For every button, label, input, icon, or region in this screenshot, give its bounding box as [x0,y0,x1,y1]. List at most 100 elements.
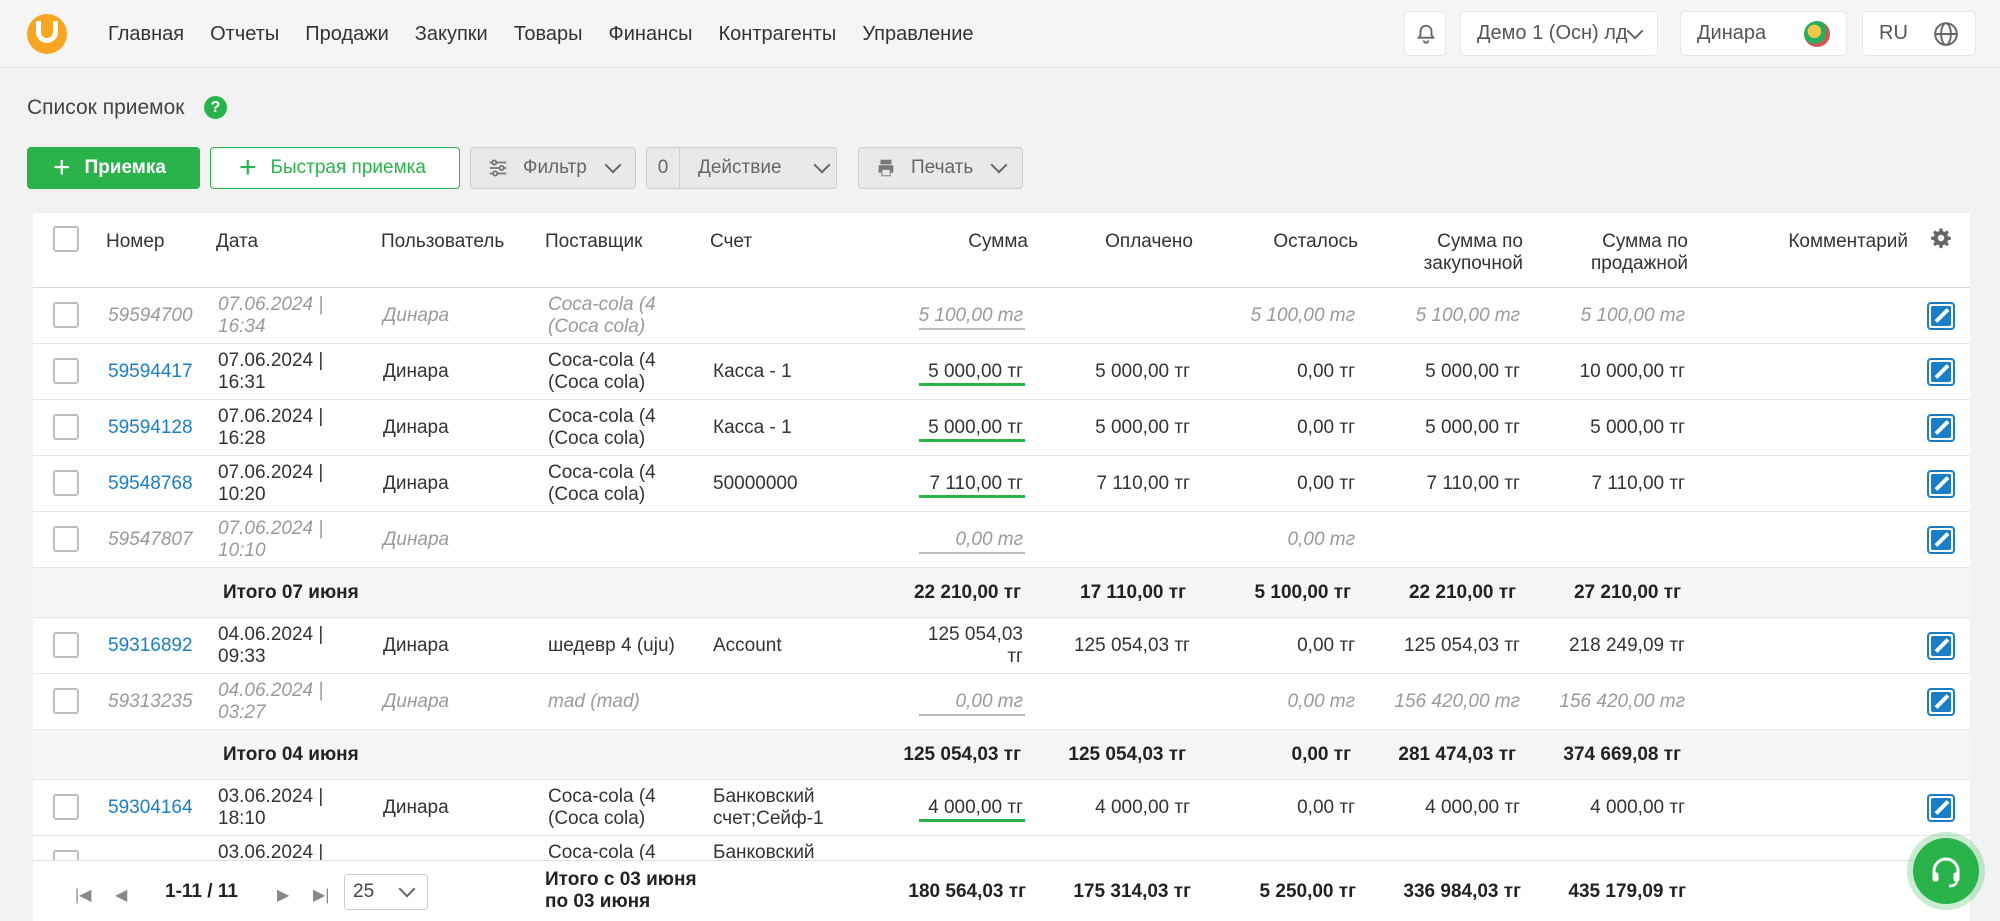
receipt-sum[interactable]: 0,00 тг [863,691,1023,713]
edit-icon[interactable] [1927,414,1955,442]
table-row[interactable]: 59304164 03.06.2024 | 18:10 Динара Coca-c… [33,780,1970,836]
action-label: Действие [698,157,782,178]
print-label: Печать [911,157,974,178]
row-checkbox[interactable] [53,470,79,496]
add-receipt-button[interactable]: + Приемка [27,147,200,189]
receipt-number[interactable]: 59304164 [108,797,193,819]
column-header-account[interactable]: Счет [710,231,752,253]
day-total-sale: 374 669,08 тг [1563,744,1681,765]
receipt-number[interactable]: 59313235 [108,691,193,713]
receipt-number[interactable]: 59594417 [108,361,193,383]
receipt-paid: 5 000,00 тг [1095,361,1190,382]
add-receipt-label: Приемка [84,157,166,178]
receipt-number[interactable]: 59316892 [108,635,193,657]
notifications-button[interactable] [1404,11,1446,56]
prev-page-icon[interactable]: ◀ [115,885,127,905]
row-checkbox[interactable] [53,358,79,384]
day-total-purchase: 281 474,03 тг [1398,744,1516,765]
receipt-purchase-sum: 5 100,00 тг [1415,305,1520,326]
column-header-remaining[interactable]: Осталось [1193,231,1358,253]
company-selector[interactable]: Демо 1 (Осн) лд [1460,11,1658,56]
receipt-number[interactable]: 59548768 [108,473,193,495]
edit-icon[interactable] [1927,470,1955,498]
receipt-remaining: 0,00 тг [1287,529,1355,550]
table-row[interactable]: 59548768 07.06.2024 | 10:20 Динара Coca-c… [33,456,1970,512]
receipt-sale-sum: 7 110,00 тг [1591,473,1685,494]
receipt-sale-sum: 5 100,00 тг [1580,305,1685,326]
filter-button[interactable]: Фильтр [470,147,636,189]
column-header-number[interactable]: Номер [106,231,164,253]
table-row[interactable]: 59594700 07.06.2024 | 16:34 Динара Coca-c… [33,288,1970,344]
edit-icon[interactable] [1927,688,1955,716]
chevron-down-icon [1626,22,1644,39]
nav-item-sales[interactable]: Продажи [305,23,389,46]
row-checkbox[interactable] [53,414,79,440]
day-total-paid: 17 110,00 тг [1080,582,1186,603]
edit-icon[interactable] [1927,302,1955,330]
select-all-checkbox[interactable] [53,226,79,252]
column-header-purchase-sum[interactable]: Сумма по закупочной [1358,231,1523,275]
receipt-number[interactable]: 59594700 [108,305,193,327]
row-checkbox[interactable] [53,526,79,552]
receipt-paid: 5 000,00 тг [1095,417,1190,438]
edit-icon[interactable] [1927,358,1955,386]
help-icon[interactable]: ? [204,96,227,119]
per-page-select[interactable]: 25 [344,874,428,910]
receipt-number[interactable]: 59547807 [108,529,193,551]
column-header-paid[interactable]: Оплачено [1028,231,1193,253]
day-total-label: Итого 07 июня [223,582,359,603]
receipt-sum[interactable]: 0,00 тг [863,529,1023,551]
language-selector[interactable]: RU [1862,11,1976,56]
receipt-sale-sum: 156 420,00 тг [1559,691,1685,712]
row-checkbox[interactable] [53,794,79,820]
table-row[interactable]: 59594417 07.06.2024 | 16:31 Динара Coca-c… [33,344,1970,400]
receipt-sale-sum: 5 000,00 тг [1590,417,1685,438]
print-button[interactable]: Печать [858,147,1023,189]
receipt-purchase-sum: 5 000,00 тг [1425,417,1520,438]
row-checkbox[interactable] [53,302,79,328]
user-menu[interactable]: Динара [1680,11,1847,56]
plus-icon: + [53,151,71,184]
column-header-sum[interactable]: Сумма [863,231,1028,253]
receipt-remaining: 0,00 тг [1297,417,1355,438]
action-dropdown[interactable]: Действие [679,147,837,189]
support-chat-button[interactable] [1913,838,1979,904]
nav-item-products[interactable]: Товары [514,23,583,46]
per-page-value: 25 [353,881,375,902]
app-logo[interactable] [27,14,67,54]
table-row[interactable]: 59316892 04.06.2024 | 09:33 Динара шедевр… [33,618,1970,674]
receipt-number[interactable]: 59594128 [108,417,193,439]
receipt-sale-sum: 218 249,09 тг [1568,635,1685,656]
column-header-supplier[interactable]: Поставщик [545,231,642,253]
gear-icon[interactable] [1930,227,1952,249]
receipt-remaining: 0,00 тг [1297,797,1355,818]
receipt-date: 07.06.2024 | 10:10 [218,518,324,561]
nav-item-management[interactable]: Управление [862,23,973,46]
table-row[interactable]: 59313235 04.06.2024 | 03:27 Динара mad (m… [33,674,1970,730]
nav-item-contractors[interactable]: Контрагенты [719,23,837,46]
nav-item-finance[interactable]: Финансы [609,23,693,46]
edit-icon[interactable] [1927,526,1955,554]
column-header-sale-sum[interactable]: Сумма по продажной [1523,231,1688,275]
first-page-icon[interactable]: |◀ [75,885,91,905]
receipt-sum[interactable]: 5 100,00 тг [863,305,1023,327]
row-checkbox[interactable] [53,632,79,658]
quick-receipt-button[interactable]: + Быстрая приемка [210,147,460,189]
edit-icon[interactable] [1927,794,1955,822]
nav-item-purchases[interactable]: Закупки [415,23,488,46]
column-header-user[interactable]: Пользователь [381,231,504,253]
last-page-icon[interactable]: ▶| [313,885,329,905]
language-code: RU [1879,22,1908,44]
receipt-date: 07.06.2024 | 10:20 [218,462,324,505]
day-total-label: Итого 04 июня [223,744,359,765]
table-row[interactable]: 59594128 07.06.2024 | 16:28 Динара Coca-c… [33,400,1970,456]
column-header-comment[interactable]: Комментарий [1693,231,1908,253]
table-row[interactable]: 59547807 07.06.2024 | 10:10 Динара 0,00 т… [33,512,1970,568]
nav-item-home[interactable]: Главная [108,23,184,46]
row-checkbox[interactable] [53,688,79,714]
column-header-date[interactable]: Дата [216,231,258,253]
edit-icon[interactable] [1927,632,1955,660]
nav-item-reports[interactable]: Отчеты [210,23,279,46]
receipt-sale-sum: 10 000,00 тг [1579,361,1685,382]
next-page-icon[interactable]: ▶ [277,885,289,905]
